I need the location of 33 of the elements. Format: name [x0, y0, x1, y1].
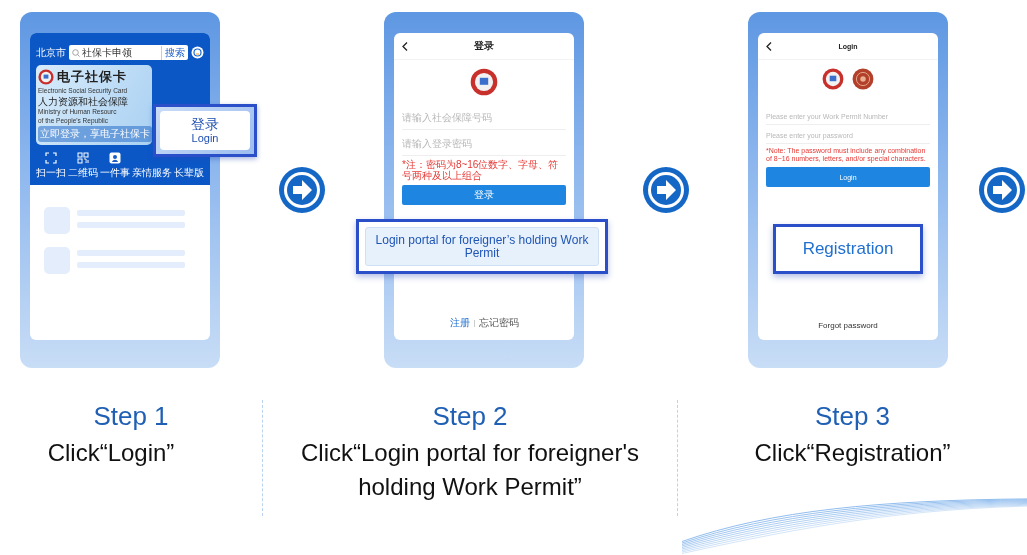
- registration-button[interactable]: Registration: [773, 224, 923, 274]
- search-icon: [72, 48, 80, 57]
- shortcut-label[interactable]: 长辈版: [174, 166, 204, 180]
- shortcut-label[interactable]: 一件事: [100, 166, 130, 180]
- step-instruction: Click“Registration”: [754, 438, 951, 468]
- back-icon[interactable]: [766, 42, 772, 51]
- shortcut-label[interactable]: 扫一扫: [36, 166, 66, 180]
- step-title: Step 3: [814, 400, 891, 432]
- emblem-icon: [822, 68, 844, 90]
- seal-icon: [852, 68, 874, 90]
- search-field[interactable]: 社保卡申领 搜索: [69, 45, 188, 60]
- arrow-right-icon: [643, 167, 689, 213]
- forgot-password-link[interactable]: Forgot password: [818, 321, 878, 330]
- step-title: Step 2: [432, 400, 508, 432]
- step-instruction: Click“Login”: [47, 438, 175, 468]
- shortcut-label[interactable]: 亲情服务: [132, 166, 172, 180]
- chat-icon[interactable]: [191, 46, 204, 59]
- ministry-name: 人力资源和社会保障: [38, 96, 129, 107]
- search-button[interactable]: 搜索: [161, 45, 185, 60]
- login-button[interactable]: 登录 Login: [160, 111, 250, 150]
- id-card-icon[interactable]: [109, 152, 121, 164]
- screen-title: 登录: [474, 39, 494, 53]
- emblem-icon: [38, 69, 54, 85]
- step-instruction: Click“Login portal for foreigner's holding Work Permit”: [300, 438, 640, 502]
- shortcut-label[interactable]: 二维码: [68, 166, 98, 180]
- scan-icon[interactable]: [45, 152, 57, 164]
- password-note: *注：密码为8~16位数字、字母、符号两种及以上组合: [402, 159, 560, 181]
- step-title: Step 1: [93, 400, 169, 432]
- card-title: 电子社保卡: [57, 68, 127, 86]
- city-selector[interactable]: 北京市: [36, 45, 66, 60]
- login-prompt: 立即登录，享电子社保卡: [38, 126, 152, 142]
- arrow-right-icon: [279, 167, 325, 213]
- qr-code-icon[interactable]: [77, 152, 89, 164]
